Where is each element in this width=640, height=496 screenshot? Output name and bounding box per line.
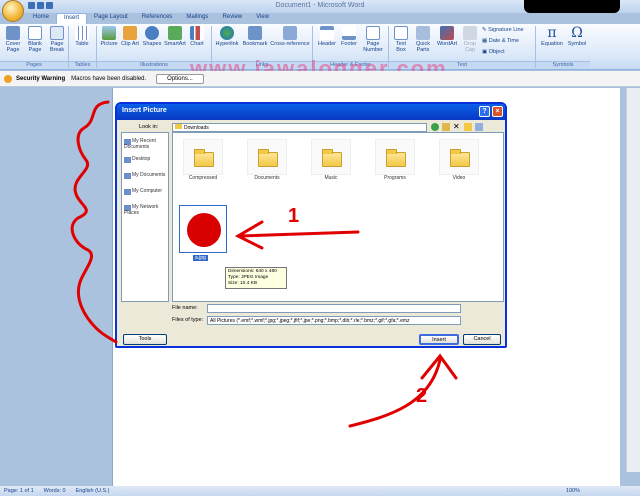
zoom-level[interactable]: 100% <box>566 488 580 494</box>
word-count[interactable]: Words: 0 <box>44 488 66 494</box>
annotation-overlay: 1 2 <box>70 100 458 428</box>
page-count[interactable]: Page: 1 of 1 <box>4 488 34 494</box>
annotation-number-2: 2 <box>416 385 427 407</box>
arrow-2-annotation <box>348 353 458 428</box>
annotation-number-1: 1 <box>288 205 299 227</box>
language[interactable]: English (U.S.) <box>76 488 110 494</box>
status-bar: Page: 1 of 1 Words: 0 English (U.S.) 100… <box>0 486 640 496</box>
brace-annotation <box>70 100 118 344</box>
